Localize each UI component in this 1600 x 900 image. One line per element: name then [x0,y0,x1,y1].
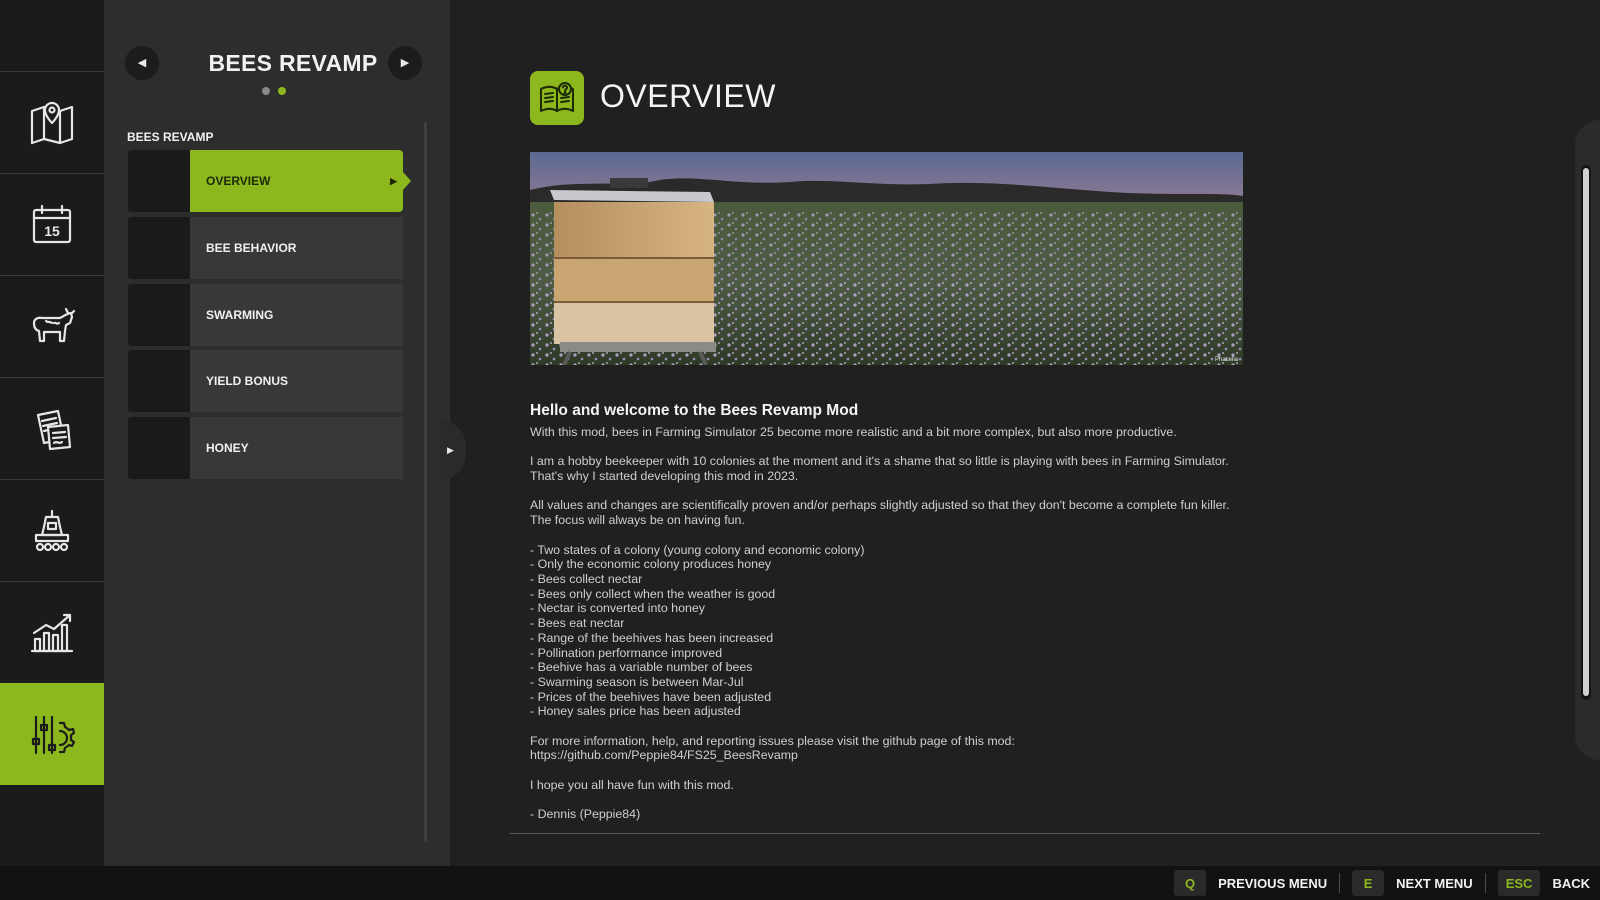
input-hints-bar: Q PREVIOUS MENU E NEXT MENU ESC BACK [0,866,1600,900]
feature-item: - Nectar is converted into honey [530,601,705,616]
page-indicator [262,87,286,95]
feature-item: - Pollination performance improved [530,645,723,660]
article-heading: Hello and welcome to the Bees Revamp Mod [530,402,859,419]
info-line: For more information, help, and reportin… [530,733,1015,748]
menu-item-thumbnail [128,150,190,212]
rail-item-animals[interactable] [0,275,104,377]
page-dot[interactable] [262,87,270,95]
content-scrollbar-thumb[interactable] [1583,168,1589,696]
menu-item-thumbnail [128,350,190,412]
closing-line: I hope you all have fun with this mod. [530,777,734,792]
rail-item-statistics[interactable] [0,581,104,683]
hint-label: NEXT MENU [1396,875,1473,891]
menu-item-thumbnail [128,217,190,279]
arrow-right-icon: ▶ [447,444,454,455]
caret-right-icon: ▶ [390,176,397,186]
key-badge-esc: ESC [1497,870,1541,896]
main-menu-rail: 15 [0,0,111,866]
article-paragraph: I am a hobby beekeeper with 10 colonies … [530,454,1229,484]
overview-article: Hello and welcome to the Bees Revamp Mod… [530,402,1230,822]
next-page-button[interactable]: ▶ [388,46,422,80]
section-label: BEES REVAMP [127,130,214,144]
menu-item-label: BEE BEHAVIOR [206,241,297,255]
rail-item-map[interactable] [0,71,104,173]
settings-icon [31,715,76,754]
menu-item-label: SWARMING [206,308,274,322]
hint-label: PREVIOUS MENU [1218,875,1328,891]
rail-item-contracts[interactable] [0,377,104,479]
feature-item: - Bees eat nectar [530,616,625,631]
key-badge-e: E [1352,870,1385,896]
calendar-day: 15 [44,223,60,239]
calendar-icon: 15 [32,204,72,243]
hint-separator [1484,873,1486,893]
rail-item-production[interactable] [0,479,104,581]
menu-item-yield-bonus[interactable]: YIELD BONUS [128,350,403,412]
menu-item-label: YIELD BONUS [206,374,289,388]
rail-item-calendar[interactable]: 15 [0,173,104,275]
article-intro: With this mod, bees in Farming Simulator… [530,425,1177,439]
feature-item: - Bees only collect when the weather is … [530,586,776,601]
previous-menu-hint[interactable]: Q PREVIOUS MENU [1174,870,1339,896]
main-content: OVERVIEW Phacelia Hello and welcome to t… [450,0,1600,866]
menu-item-thumbnail [128,417,190,479]
production-icon [34,509,70,551]
page-title: OVERVIEW [600,78,776,114]
menu-item-swarming[interactable]: SWARMING [128,284,403,346]
feature-item: - Swarming season is between Mar-Jul [530,674,744,689]
page-dot-active[interactable] [278,87,286,95]
menu-item-bee-behavior[interactable]: BEE BEHAVIOR [128,217,403,279]
animals-icon [32,307,76,342]
hero-image: Phacelia [530,152,1243,365]
panel-title: BEES REVAMP [208,50,378,76]
feature-item: - Prices of the beehives have been adjus… [530,689,772,704]
feature-list: - Two states of a colony (young colony a… [530,543,1230,719]
previous-page-button[interactable]: ◀ [125,46,159,80]
author-signature: - Dennis (Peppie84) [530,807,641,822]
arrow-right-icon: ▶ [400,56,410,69]
hint-label: BACK [1552,875,1590,891]
mod-pages-panel: ◀ BEES REVAMP ▶ BEES REVAMP OVERVIEW ▶ BE… [104,0,450,866]
feature-item: - Two states of a colony (young colony a… [530,542,865,557]
article-paragraph: All values and changes are scientificall… [530,498,1230,528]
next-menu-hint[interactable]: E NEXT MENU [1352,870,1485,896]
rail-item-mod-settings[interactable] [0,683,111,785]
menu-item-thumbnail [128,284,190,346]
feature-item: - Beehive has a variable number of bees [530,660,753,675]
feature-item: - Only the economic colony produces hone… [530,557,772,572]
hint-separator [1339,873,1341,893]
content-divider [510,833,1540,834]
feature-item: - Range of the beehives has been increas… [530,630,774,645]
github-link: https://github.com/Peppie84/FS25_BeesRev… [530,748,798,763]
feature-item: - Honey sales price has been adjusted [530,704,741,719]
overview-book-icon [530,71,584,125]
beehive-field-image: Phacelia [530,152,1243,365]
statistics-icon [30,613,74,652]
arrow-left-icon: ◀ [137,56,147,69]
menu-item-label: HONEY [206,441,249,455]
back-hint[interactable]: ESC BACK [1497,870,1590,896]
panel-scrollbar[interactable] [424,122,427,842]
menu-item-label: OVERVIEW [206,174,271,188]
key-badge-q: Q [1174,870,1207,896]
feature-item: - Bees collect nectar [530,571,643,586]
map-icon [30,101,74,144]
menu-item-overview[interactable]: OVERVIEW ▶ [128,150,411,212]
contracts-icon [36,409,72,450]
hero-credit: Phacelia [1215,357,1239,363]
menu-item-honey[interactable]: HONEY [128,417,403,479]
